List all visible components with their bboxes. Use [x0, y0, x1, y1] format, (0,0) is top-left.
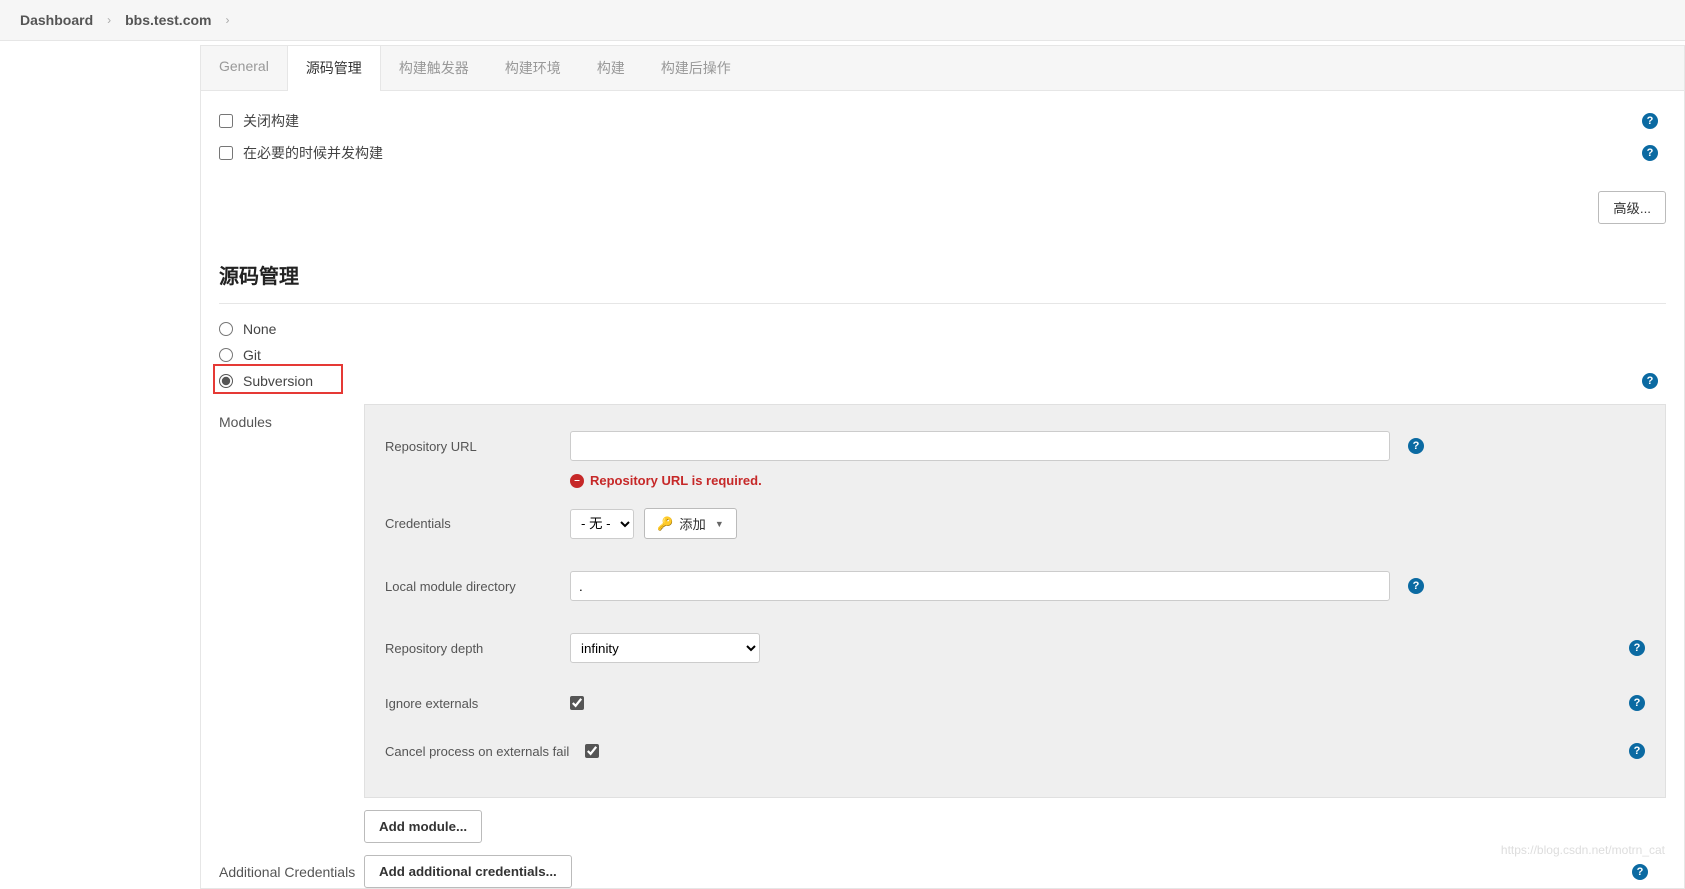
advanced-row: 高级... [201, 183, 1684, 242]
tab-scm[interactable]: 源码管理 [287, 46, 381, 91]
scm-radio-group: None Git Subversion ? [201, 316, 1684, 394]
help-icon[interactable]: ? [1632, 864, 1648, 880]
disable-build-checkbox[interactable] [219, 114, 233, 128]
advanced-button[interactable]: 高级... [1598, 191, 1666, 224]
disable-build-label: 关闭构建 [243, 111, 299, 131]
tab-build[interactable]: 构建 [579, 46, 643, 90]
concurrent-build-checkbox[interactable] [219, 146, 233, 160]
modules-section: Modules Repository URL ? – Repository UR… [201, 394, 1684, 843]
credentials-row: Credentials - 无 - 🔑 添加 ▼ [385, 500, 1645, 547]
main-content: General 源码管理 构建触发器 构建环境 构建 构建后操作 关闭构建 ? … [0, 45, 1685, 889]
local-dir-row: Local module directory ? [385, 563, 1645, 609]
help-icon[interactable]: ? [1629, 640, 1645, 656]
help-icon[interactable]: ? [1642, 113, 1658, 129]
add-module-button[interactable]: Add module... [364, 810, 482, 843]
scm-git-label: Git [243, 347, 261, 363]
concurrent-build-label: 在必要的时候并发构建 [243, 143, 383, 163]
error-icon: – [570, 474, 584, 488]
scm-svn-label: Subversion [243, 373, 313, 389]
add-additional-credentials-button[interactable]: Add additional credentials... [364, 855, 572, 888]
disable-build-row: 关闭构建 ? [219, 105, 1666, 137]
scm-svn-row: Subversion ? [219, 368, 1666, 394]
chevron-right-icon: › [225, 13, 229, 27]
help-icon[interactable]: ? [1408, 578, 1424, 594]
help-icon[interactable]: ? [1642, 373, 1658, 389]
help-icon[interactable]: ? [1642, 145, 1658, 161]
depth-row: Repository depth infinity ? [385, 625, 1645, 671]
local-dir-input[interactable] [570, 571, 1390, 601]
scm-svn-radio[interactable] [219, 374, 233, 388]
chevron-right-icon: › [107, 13, 111, 27]
ignore-externals-row: Ignore externals ? [385, 687, 1645, 719]
repo-url-error: – Repository URL is required. [570, 469, 1645, 500]
repo-url-label: Repository URL [385, 439, 570, 454]
help-icon[interactable]: ? [1629, 695, 1645, 711]
scm-git-radio[interactable] [219, 348, 233, 362]
cancel-on-fail-row: Cancel process on externals fail ? [385, 735, 1645, 767]
credentials-select[interactable]: - 无 - [570, 509, 634, 539]
add-credentials-button[interactable]: 🔑 添加 ▼ [644, 508, 737, 539]
config-panel: General 源码管理 构建触发器 构建环境 构建 构建后操作 关闭构建 ? … [200, 45, 1685, 889]
tab-general[interactable]: General [201, 46, 287, 90]
repo-url-row: Repository URL ? [385, 423, 1645, 469]
breadcrumb: Dashboard › bbs.test.com › [0, 0, 1685, 41]
modules-side-label: Modules [219, 404, 364, 843]
scm-git-row: Git [219, 342, 1666, 368]
general-options: 关闭构建 ? 在必要的时候并发构建 ? [201, 91, 1684, 183]
local-dir-label: Local module directory [385, 579, 570, 594]
breadcrumb-dashboard[interactable]: Dashboard [20, 12, 93, 28]
tab-env[interactable]: 构建环境 [487, 46, 579, 90]
depth-select[interactable]: infinity [570, 633, 760, 663]
key-icon: 🔑 [657, 516, 673, 532]
scm-section-title: 源码管理 [201, 242, 1684, 297]
add-credentials-label: 添加 [679, 514, 706, 533]
caret-down-icon: ▼ [715, 519, 724, 529]
scm-none-radio[interactable] [219, 322, 233, 336]
tab-triggers[interactable]: 构建触发器 [381, 46, 487, 90]
help-icon[interactable]: ? [1629, 743, 1645, 759]
ignore-externals-label: Ignore externals [385, 696, 570, 711]
modules-body: Repository URL ? – Repository URL is req… [364, 404, 1666, 843]
repo-url-input[interactable] [570, 431, 1390, 461]
config-tabs: General 源码管理 构建触发器 构建环境 构建 构建后操作 [201, 46, 1684, 91]
scm-none-row: None [219, 316, 1666, 342]
ignore-externals-checkbox[interactable] [570, 696, 584, 710]
cancel-on-fail-label: Cancel process on externals fail [385, 744, 585, 759]
module-panel: Repository URL ? – Repository URL is req… [364, 404, 1666, 798]
concurrent-build-row: 在必要的时候并发构建 ? [219, 137, 1666, 169]
tab-postbuild[interactable]: 构建后操作 [643, 46, 749, 90]
depth-label: Repository depth [385, 641, 570, 656]
cancel-on-fail-checkbox[interactable] [585, 744, 599, 758]
additional-credentials-label: Additional Credentials [219, 864, 364, 880]
help-icon[interactable]: ? [1408, 438, 1424, 454]
repo-url-error-text: Repository URL is required. [590, 473, 762, 488]
divider [219, 303, 1666, 304]
credentials-label: Credentials [385, 516, 570, 531]
scm-none-label: None [243, 321, 276, 337]
additional-credentials-section: Additional Credentials Add additional cr… [201, 843, 1684, 888]
breadcrumb-project[interactable]: bbs.test.com [125, 12, 211, 28]
